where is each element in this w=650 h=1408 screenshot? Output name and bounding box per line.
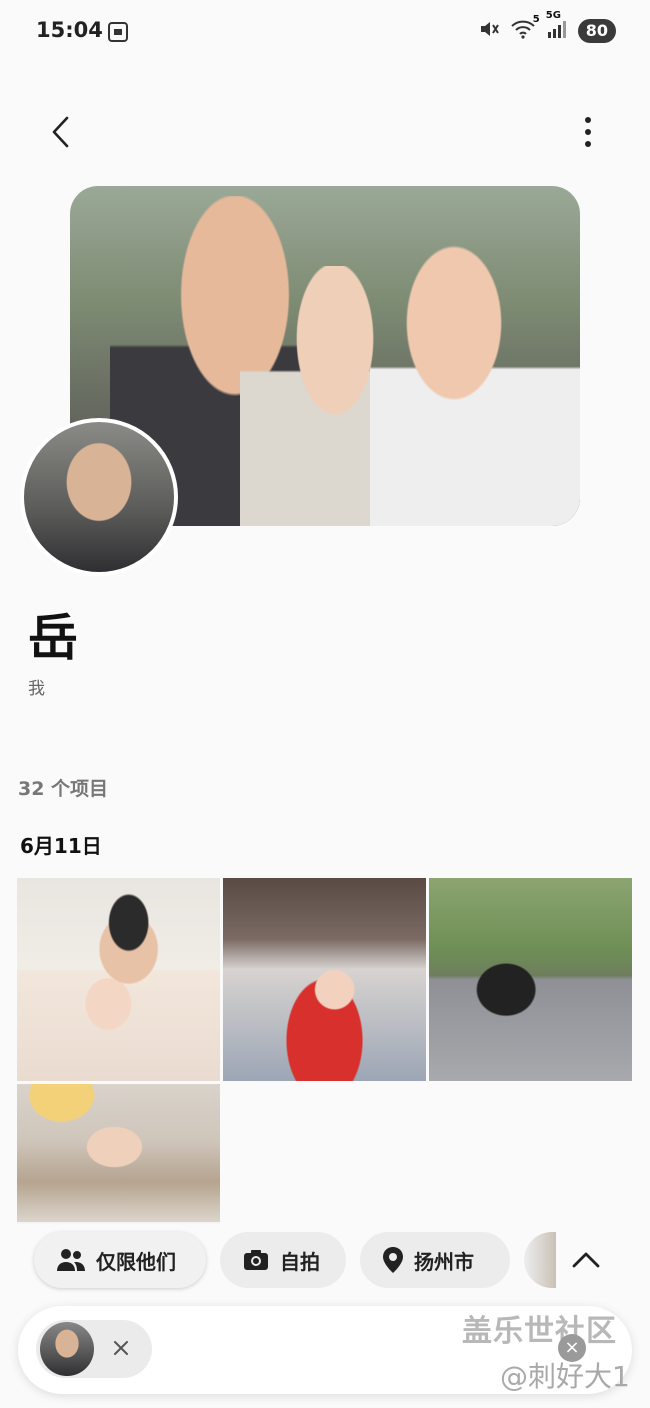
back-arrow-icon bbox=[52, 116, 69, 148]
remove-person-button[interactable] bbox=[110, 1337, 132, 1365]
chevron-up-icon bbox=[572, 1252, 600, 1268]
profile-name: 岳 bbox=[28, 609, 78, 667]
filter-chip-only-them[interactable]: 仅限他们 bbox=[34, 1232, 206, 1288]
cover-person-woman bbox=[370, 236, 580, 526]
battery-level: 80 bbox=[577, 19, 616, 43]
photo-thumbnail[interactable] bbox=[17, 1084, 220, 1224]
filter-chip-label: 仅限他们 bbox=[96, 1249, 176, 1274]
camera-icon bbox=[244, 1250, 268, 1270]
wifi-icon: 5 bbox=[510, 14, 540, 44]
date-header: 6月11日 bbox=[20, 834, 102, 858]
selected-person-avatar bbox=[40, 1322, 94, 1376]
wifi-badge: 5 bbox=[532, 14, 540, 25]
filter-chip-selfie[interactable]: 自拍 bbox=[220, 1232, 346, 1288]
signal-icon: 5G bbox=[546, 10, 568, 44]
more-vertical-icon bbox=[585, 117, 591, 147]
people-icon bbox=[57, 1249, 85, 1271]
expand-button[interactable] bbox=[566, 1240, 606, 1280]
close-icon bbox=[114, 1341, 128, 1355]
mute-icon bbox=[478, 18, 500, 44]
item-count: 32 个项目 bbox=[18, 778, 109, 800]
back-button[interactable] bbox=[42, 112, 82, 152]
screenshot-indicator-icon bbox=[106, 20, 130, 48]
more-options-button[interactable] bbox=[572, 112, 604, 152]
photo-thumbnail[interactable] bbox=[17, 878, 220, 1081]
status-icons: 5 5G 80 bbox=[478, 10, 616, 44]
network-type: 5G bbox=[545, 10, 561, 21]
watermark-author: @刺好大1 bbox=[500, 1360, 630, 1393]
profile-avatar[interactable] bbox=[20, 418, 178, 576]
photo-thumbnail[interactable] bbox=[429, 878, 632, 1081]
status-time: 15:04 bbox=[36, 18, 103, 42]
filter-chip-label: 自拍 bbox=[280, 1249, 320, 1274]
watermark-title: 盖乐世社区 bbox=[462, 1314, 617, 1349]
filter-chip-label: 扬州市 bbox=[414, 1249, 474, 1274]
filter-chip-location[interactable]: 扬州市 bbox=[360, 1232, 510, 1288]
location-pin-icon bbox=[383, 1247, 403, 1273]
profile-relation: 我 bbox=[28, 679, 45, 699]
photo-thumbnail[interactable] bbox=[223, 878, 426, 1081]
